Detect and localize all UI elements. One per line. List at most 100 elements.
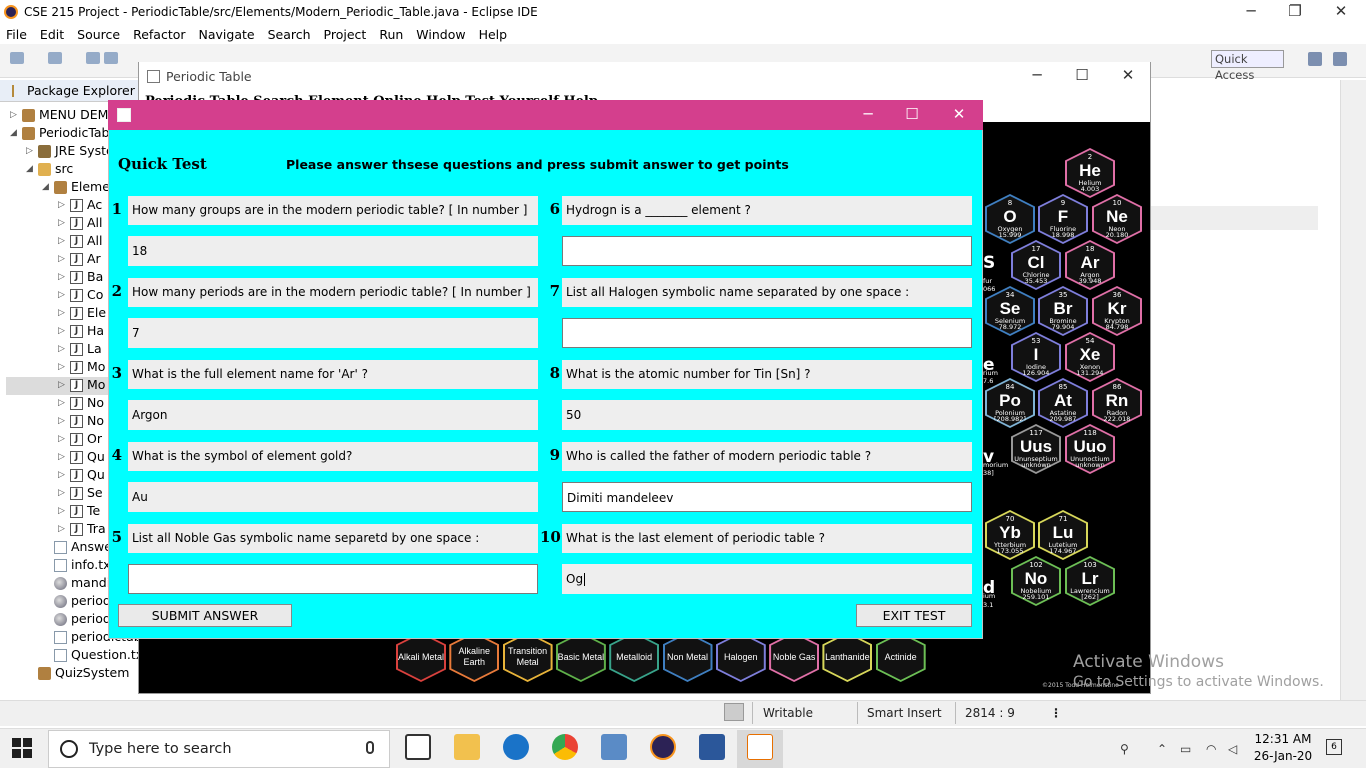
tray-chevron-icon[interactable]: ⌃ (1157, 742, 1167, 756)
tree-expand-icon[interactable]: ▷ (58, 448, 68, 466)
tree-expand-icon[interactable]: ▷ (58, 304, 68, 322)
tree-item[interactable]: ▷ J Ba (58, 268, 103, 286)
volume-icon[interactable]: ◁ (1228, 742, 1237, 756)
java-perspective-icon[interactable] (1333, 52, 1347, 66)
open-perspective-icon[interactable] (1308, 52, 1322, 66)
tree-expand-icon[interactable]: ▷ (58, 250, 68, 268)
tree-expand-icon[interactable]: ▷ (58, 466, 68, 484)
tree-expand-icon[interactable]: ▷ (58, 484, 68, 502)
pt-maximize-button[interactable]: ☐ (1059, 62, 1105, 90)
tree-expand-icon[interactable]: ▷ (58, 520, 68, 538)
tree-item[interactable]: ▷ J Or (58, 430, 102, 448)
tree-expand-icon[interactable]: ◢ (26, 160, 36, 178)
tree-item[interactable]: ▷ J Ha (58, 322, 104, 340)
tree-item[interactable]: ▷ J Ele (58, 304, 106, 322)
tree-item[interactable]: ◢ PeriodicTab (10, 124, 109, 142)
new-icon[interactable] (10, 52, 24, 64)
tree-item[interactable]: ◢ src (26, 160, 73, 178)
answer-field[interactable]: Og (562, 564, 972, 594)
tree-expand-icon[interactable]: ▷ (58, 412, 68, 430)
menu-refactor[interactable]: Refactor (133, 27, 185, 42)
quick-access-field[interactable]: Quick Access (1211, 50, 1284, 82)
save-all-icon[interactable] (104, 52, 118, 64)
notification-center-icon[interactable]: 6 (1326, 739, 1342, 755)
answer-field[interactable]: Dimiti mandeleev (562, 482, 972, 512)
word-icon[interactable] (699, 734, 725, 760)
submit-answer-button[interactable]: SUBMIT ANSWER (118, 604, 292, 627)
tree-item[interactable]: ▷ J Ac (58, 196, 102, 214)
qt-close-button[interactable]: ✕ (936, 100, 982, 130)
answer-field[interactable] (562, 236, 972, 266)
tree-item[interactable]: ▷ J La (58, 340, 102, 358)
menu-file[interactable]: File (6, 27, 27, 42)
task-view-icon[interactable] (405, 734, 431, 760)
tree-item[interactable]: ▷ J Se (58, 484, 103, 502)
qt-maximize-button[interactable]: ☐ (889, 100, 935, 130)
tree-item[interactable]: ▷ J Te (58, 502, 100, 520)
tree-expand-icon[interactable]: ▷ (58, 214, 68, 232)
menu-source[interactable]: Source (77, 27, 120, 42)
tree-expand-icon[interactable]: ◢ (42, 178, 52, 196)
tree-item[interactable]: ▷ J No (58, 412, 104, 430)
tree-item[interactable]: ▷ J All (58, 232, 103, 250)
eclipse-taskbar-icon[interactable] (650, 734, 676, 760)
save-icon[interactable] (86, 52, 100, 64)
tree-expand-icon[interactable]: ▷ (58, 196, 68, 214)
menu-window[interactable]: Window (416, 27, 465, 42)
status-more-icon[interactable]: ⋮ (1050, 704, 1062, 722)
menu-project[interactable]: Project (324, 27, 367, 42)
tree-item[interactable]: ▷ J Mo (58, 376, 105, 394)
answer-field[interactable]: Argon (128, 400, 538, 430)
tree-expand-icon[interactable]: ▷ (10, 106, 20, 124)
tree-item[interactable]: ▷ MENU DEM (10, 106, 108, 124)
answer-field[interactable]: 18 (128, 236, 538, 266)
tree-expand-icon[interactable]: ▷ (26, 142, 36, 160)
tree-item[interactable]: ▷ J No (58, 394, 104, 412)
menu-run[interactable]: Run (379, 27, 403, 42)
menu-search[interactable]: Search (268, 27, 311, 42)
battery-icon[interactable]: ▭ (1180, 742, 1191, 756)
answer-field[interactable]: Au (128, 482, 538, 512)
tree-expand-icon[interactable]: ▷ (58, 232, 68, 250)
tree-expand-icon[interactable]: ▷ (58, 340, 68, 358)
tree-item[interactable]: ▷ J Ar (58, 250, 101, 268)
answer-field[interactable] (562, 318, 972, 348)
tree-item[interactable]: ▷ J Qu (58, 448, 105, 466)
wifi-icon[interactable]: ◠ (1206, 742, 1216, 756)
tree-item[interactable]: ▷ J All (58, 214, 103, 232)
taskbar-search-box[interactable]: Type here to search (48, 730, 390, 768)
people-icon[interactable]: ⚲ (1120, 742, 1129, 756)
menu-help[interactable]: Help (479, 27, 508, 42)
package-explorer-tab[interactable]: Package Explorer (0, 80, 140, 102)
eclipse-restore-button[interactable]: ❐ (1272, 0, 1318, 24)
tree-expand-icon[interactable]: ▷ (58, 322, 68, 340)
edge-icon[interactable] (503, 734, 529, 760)
qt-minimize-button[interactable]: ─ (845, 100, 891, 130)
tree-item[interactable]: ▷ J Tra (58, 520, 106, 538)
taskbar-clock[interactable]: 12:31 AM 26-Jan-20 (1252, 731, 1314, 765)
eclipse-minimize-button[interactable]: ─ (1228, 0, 1274, 24)
tree-expand-icon[interactable]: ▷ (58, 268, 68, 286)
tree-expand-icon[interactable]: ▷ (58, 502, 68, 520)
answer-field[interactable] (128, 564, 538, 594)
tree-expand-icon[interactable]: ▷ (58, 430, 68, 448)
menu-edit[interactable]: Edit (40, 27, 64, 42)
tree-item[interactable]: ◢ Eleme (42, 178, 110, 196)
tree-item[interactable]: ▷ J Co (58, 286, 103, 304)
answer-field[interactable]: 50 (562, 400, 972, 430)
open-icon[interactable] (48, 52, 62, 64)
menu-navigate[interactable]: Navigate (199, 27, 255, 42)
tree-item[interactable]: ▷ J Qu (58, 466, 105, 484)
tree-item[interactable]: QuizSystem (26, 664, 129, 682)
microphone-icon[interactable] (366, 741, 374, 754)
tree-item[interactable]: Question.txt (42, 646, 148, 664)
tree-expand-icon[interactable]: ▷ (58, 286, 68, 304)
tree-expand-icon[interactable]: ▷ (58, 358, 68, 376)
file-explorer-icon[interactable] (454, 734, 480, 760)
chrome-icon[interactable] (552, 734, 578, 760)
exit-test-button[interactable]: EXIT TEST (856, 604, 972, 627)
windows-start-icon[interactable] (12, 738, 32, 758)
tree-expand-icon[interactable]: ▷ (58, 394, 68, 412)
tree-item[interactable]: ▷ J Mo (58, 358, 105, 376)
tree-expand-icon[interactable]: ◢ (10, 124, 20, 142)
